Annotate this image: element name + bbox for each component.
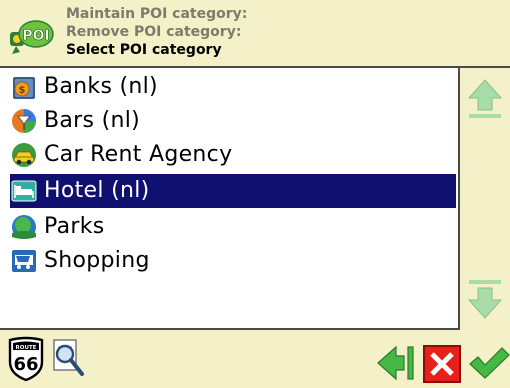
list-item-shopping[interactable]: Shopping — [10, 244, 458, 278]
cancel-x-icon[interactable] — [422, 344, 462, 384]
list-item-car-rent-agency[interactable]: Car Rent Agency — [10, 138, 458, 172]
confirm-check-icon[interactable] — [468, 344, 510, 382]
list-scrollbar — [460, 68, 510, 330]
list-item-hotel[interactable]: Hotel (nl) — [10, 174, 456, 208]
list-item-label: Banks (nl) — [44, 74, 158, 99]
page-title: Select POI category — [66, 42, 222, 58]
route66-icon[interactable]: ROUTE 66 — [6, 336, 46, 382]
poi-logo-icon: POI — [10, 20, 54, 54]
hotel-icon — [11, 180, 37, 202]
park-icon — [12, 215, 36, 239]
breadcrumb-maintain: Maintain POI category: — [66, 6, 248, 22]
route66-top-text: ROUTE — [16, 345, 37, 351]
scroll-down-arrow-icon[interactable] — [467, 278, 503, 322]
list-item-label: Car Rent Agency — [44, 142, 233, 167]
search-icon[interactable] — [48, 336, 88, 380]
list-item-label: Hotel (nl) — [44, 178, 150, 203]
svg-text:$: $ — [19, 85, 26, 96]
route66-number-text: 66 — [13, 354, 38, 375]
footer-toolbar: ROUTE 66 — [0, 330, 510, 388]
list-item-label: Bars (nl) — [44, 108, 140, 133]
breadcrumb-remove: Remove POI category: — [66, 24, 242, 40]
shopping-icon — [12, 250, 36, 272]
list-item-label: Shopping — [44, 248, 150, 273]
list-item-label: Parks — [44, 214, 105, 239]
list-item-bars[interactable]: Bars (nl) — [10, 104, 458, 138]
car-rent-icon — [12, 143, 36, 167]
back-arrow-icon[interactable] — [376, 344, 416, 382]
poi-category-list: $ Banks (nl) Bars (nl) Car Rent Agency H… — [0, 68, 460, 330]
list-item-banks[interactable]: $ Banks (nl) — [10, 70, 458, 104]
scroll-up-arrow-icon[interactable] — [467, 76, 503, 120]
list-item-parks[interactable]: Parks — [10, 210, 458, 244]
bank-icon: $ — [13, 77, 35, 99]
svg-text:POI: POI — [22, 28, 49, 44]
header: POI Maintain POI category: Remove POI ca… — [0, 0, 510, 68]
bar-icon — [12, 109, 36, 133]
app-window: POI Maintain POI category: Remove POI ca… — [0, 0, 510, 388]
